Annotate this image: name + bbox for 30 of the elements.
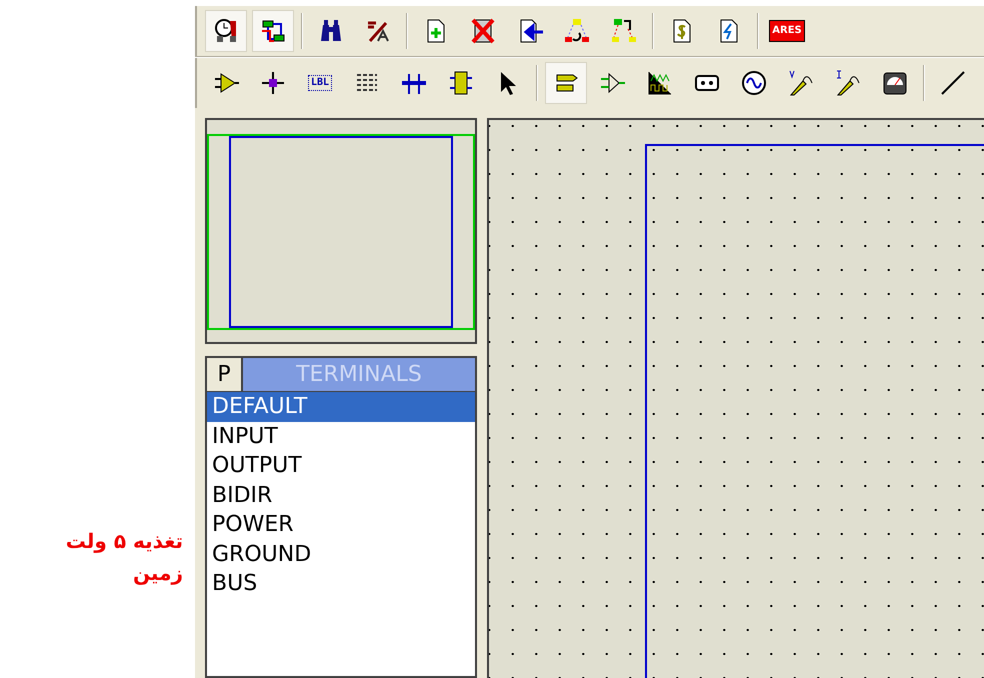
junction-dot-icon xyxy=(259,69,287,97)
voltage-probe-icon xyxy=(787,69,815,97)
terminal-item[interactable]: INPUT xyxy=(207,422,475,451)
current-probe-icon xyxy=(834,69,862,97)
generator-icon xyxy=(740,69,768,97)
hierarchy-icon xyxy=(610,17,638,45)
toolbar-button[interactable] xyxy=(205,10,247,52)
annotation-text: زمین xyxy=(132,560,183,587)
terminal-item[interactable]: OUTPUT xyxy=(207,451,475,480)
terminal-item[interactable]: DEFAULT xyxy=(207,392,475,422)
graph-icon xyxy=(646,69,674,97)
toolbar-button[interactable]: LBL xyxy=(299,62,341,104)
schematic-canvas[interactable] xyxy=(487,118,984,678)
line-tool-icon xyxy=(939,69,967,97)
toolbar-button[interactable] xyxy=(545,62,587,104)
wire-label-icon: LBL xyxy=(308,75,332,91)
hierarchy-icon xyxy=(563,17,591,45)
toolbar-button[interactable]: ARES xyxy=(766,10,808,52)
overview-panel[interactable] xyxy=(205,118,477,344)
ares-logo: ARES xyxy=(769,20,805,42)
terminal-item[interactable]: BUS xyxy=(207,569,475,598)
terminal-item[interactable]: POWER xyxy=(207,510,475,540)
toolbar-button[interactable] xyxy=(252,10,294,52)
terminal-item[interactable]: BIDIR xyxy=(207,480,475,510)
delete-sheet-icon xyxy=(469,17,497,45)
annotation-text: تغذیه ۵ ولت xyxy=(66,528,183,555)
subcircuit-icon xyxy=(447,69,475,97)
selector-title: TERMINALS xyxy=(295,361,423,389)
pick-button[interactable]: P xyxy=(207,358,243,391)
terminal-item[interactable]: GROUND xyxy=(207,540,475,569)
